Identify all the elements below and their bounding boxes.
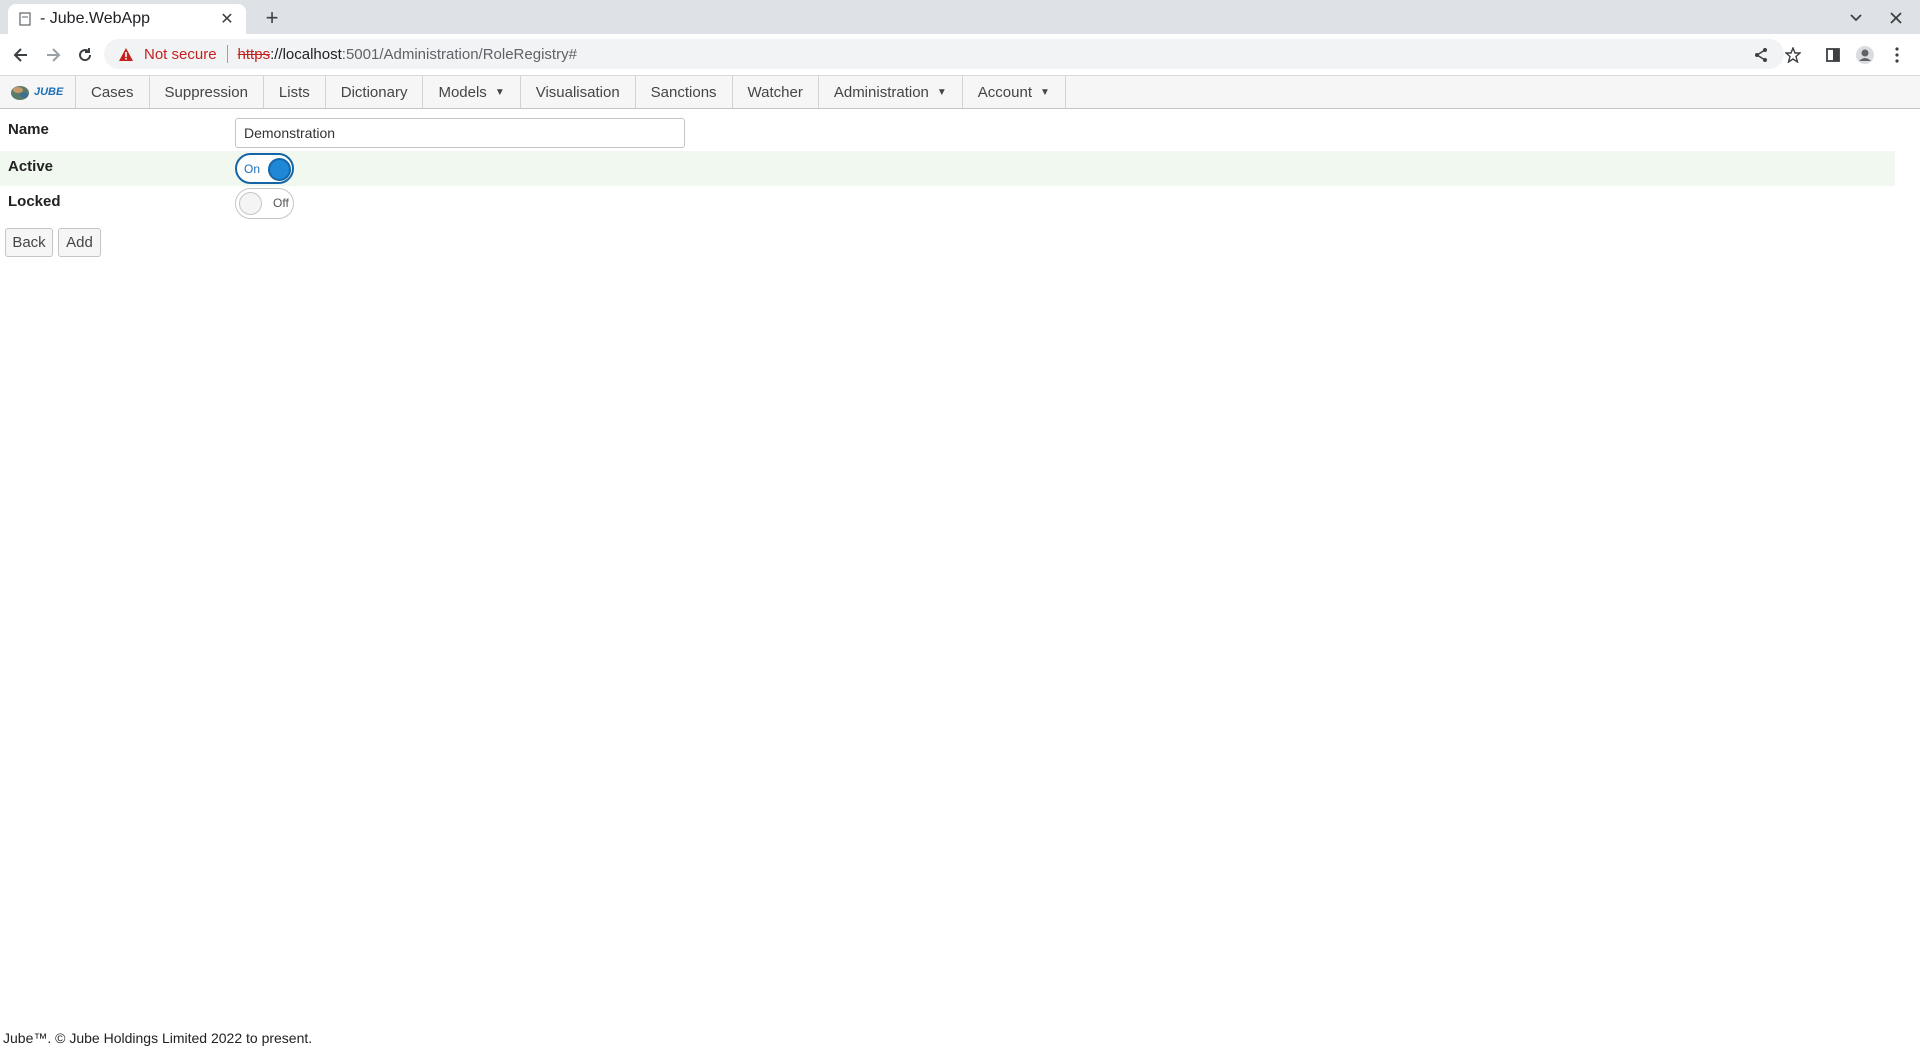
nav-dictionary-label: Dictionary xyxy=(340,83,408,101)
name-field[interactable] xyxy=(235,118,685,148)
active-toggle-state: On xyxy=(244,162,261,176)
jube-logo-icon xyxy=(11,86,29,100)
nav-administration[interactable]: Administration ▼ xyxy=(819,76,963,108)
app-nav-bar: JUBE Cases Suppression Lists Dictionary … xyxy=(0,75,1920,109)
reload-icon[interactable] xyxy=(72,42,98,68)
active-toggle[interactable]: On xyxy=(235,153,294,184)
nav-lists[interactable]: Lists xyxy=(264,76,326,108)
locked-toggle[interactable]: Off xyxy=(235,188,294,219)
profile-avatar-icon[interactable] xyxy=(1852,42,1878,68)
locked-toggle-knob xyxy=(239,192,262,215)
name-label: Name xyxy=(8,121,49,138)
add-button[interactable]: Add xyxy=(58,228,101,257)
address-bar[interactable]: Not secure https://localhost:5001/Admini… xyxy=(104,39,1784,69)
footer-copyright: Jube™. © Jube Holdings Limited 2022 to p… xyxy=(3,1030,313,1046)
nav-models-label: Models xyxy=(438,83,487,101)
back-button[interactable]: Back xyxy=(5,228,53,257)
warning-triangle-icon xyxy=(118,46,134,62)
bookmark-star-icon[interactable] xyxy=(1780,42,1806,68)
nav-watcher[interactable]: Watcher xyxy=(733,76,819,108)
new-tab-button[interactable]: + xyxy=(258,4,286,32)
chevron-down-icon: ▼ xyxy=(936,86,947,98)
browser-menu-icon[interactable] xyxy=(1884,42,1910,68)
nav-dictionary[interactable]: Dictionary xyxy=(326,76,424,108)
locked-toggle-state: Off xyxy=(273,196,289,210)
url-scheme: https xyxy=(237,45,271,63)
page-favicon-icon xyxy=(18,12,32,26)
nav-watcher-label: Watcher xyxy=(747,83,803,101)
nav-cases-label: Cases xyxy=(91,83,134,101)
tab-title: - Jube.WebApp xyxy=(40,10,150,27)
side-panel-icon[interactable] xyxy=(1820,42,1846,68)
active-toggle-knob xyxy=(268,158,291,181)
chevron-down-icon: ▼ xyxy=(1040,86,1050,98)
browser-tab[interactable]: - Jube.WebApp ✕ xyxy=(8,4,246,34)
back-arrow-icon[interactable] xyxy=(8,42,34,68)
logo-text: JUBE xyxy=(34,86,64,98)
browser-toolbar: Not secure https://localhost:5001/Admini… xyxy=(0,34,1920,76)
nav-sanctions-label: Sanctions xyxy=(650,83,717,101)
tab-search-chevron-icon[interactable] xyxy=(1844,6,1868,30)
forward-arrow-icon[interactable] xyxy=(40,42,66,68)
nav-sanctions[interactable]: Sanctions xyxy=(636,76,733,108)
locked-label: Locked xyxy=(8,193,61,210)
nav-account[interactable]: Account ▼ xyxy=(963,76,1066,108)
window-close-icon[interactable] xyxy=(1884,6,1908,30)
tab-close-icon[interactable]: ✕ xyxy=(218,9,236,29)
browser-tab-strip: - Jube.WebApp ✕ + xyxy=(0,0,1920,34)
nav-account-label: Account xyxy=(977,83,1032,101)
nav-administration-label: Administration xyxy=(833,83,929,101)
security-status[interactable]: Not secure xyxy=(144,46,217,63)
nav-visualisation[interactable]: Visualisation xyxy=(521,76,636,108)
nav-cases[interactable]: Cases xyxy=(76,76,150,108)
nav-visualisation-label: Visualisation xyxy=(535,83,620,101)
nav-suppression-label: Suppression xyxy=(164,83,248,101)
nav-lists-label: Lists xyxy=(278,83,310,101)
nav-models[interactable]: Models ▼ xyxy=(423,76,521,108)
chevron-down-icon: ▼ xyxy=(494,86,505,98)
jube-logo[interactable]: JUBE xyxy=(0,76,76,108)
address-divider xyxy=(226,45,228,63)
nav-suppression[interactable]: Suppression xyxy=(150,76,264,108)
url-path: :5001/Administration/RoleRegistry# xyxy=(341,45,577,63)
share-icon[interactable] xyxy=(1748,42,1774,68)
url-host: ://localhost xyxy=(270,45,342,63)
active-label: Active xyxy=(8,158,54,175)
